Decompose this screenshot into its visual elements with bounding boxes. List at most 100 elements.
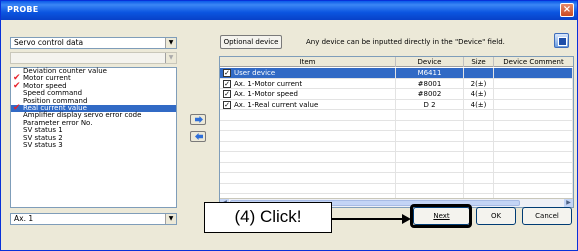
table-row[interactable] [220, 110, 573, 121]
table-cell-item: ✓ User device [220, 68, 396, 78]
device-grid[interactable]: Item Device Size Device Comment ✓ User de… [219, 56, 574, 208]
axis-select[interactable]: Ax. 1 ▼ [10, 213, 177, 225]
table-cell-comment [494, 131, 573, 141]
table-cell-size [464, 162, 494, 173]
table-cell-size: 4(±) [464, 99, 494, 110]
table-cell-device [396, 110, 464, 120]
list-item-label: SV status 3 [23, 140, 63, 149]
table-cell-size [464, 131, 494, 141]
optional-device-button[interactable]: Optional device [220, 35, 282, 49]
cell-text: 4(±) [470, 100, 487, 109]
row-checkbox[interactable]: ✓ [223, 100, 231, 109]
table-cell-size [464, 173, 494, 183]
table-cell-device [396, 152, 464, 162]
table-cell-item: ✓ Ax. 1-Real current value [220, 99, 396, 110]
table-row[interactable] [220, 141, 573, 152]
table-cell-size [464, 68, 494, 78]
column-header-device[interactable]: Device [396, 57, 464, 67]
table-row[interactable]: ✓ Ax. 1-Motor speed #8002 4(±) [220, 89, 573, 100]
chevron-down-icon[interactable]: ▼ [165, 38, 176, 48]
table-cell-comment [494, 141, 573, 152]
remove-from-grid-button[interactable] [190, 131, 206, 142]
cell-text: Ax. 1-Motor speed [234, 90, 298, 98]
table-cell-device: D 2 [396, 99, 464, 110]
status-bar [1, 233, 577, 250]
row-checkbox[interactable]: ✓ [223, 90, 231, 98]
cell-text: D 2 [423, 100, 436, 109]
list-item[interactable]: SV status 3 [11, 140, 176, 149]
table-cell-device: M6411 [396, 68, 464, 78]
table-cell-comment [494, 78, 573, 89]
table-row[interactable] [220, 120, 573, 131]
table-cell-device [396, 131, 464, 141]
chevron-down-icon[interactable]: ▼ [165, 214, 176, 224]
table-cell-device [396, 183, 464, 194]
column-header-item[interactable]: Item [220, 57, 396, 67]
table-cell-comment [494, 120, 573, 131]
arrow-left-icon [195, 133, 203, 140]
next-button-highlight [410, 204, 472, 228]
instruction-callout: (4) Click! [204, 202, 332, 233]
cell-text: 4(±) [470, 90, 487, 98]
probe-dialog: PROBE × Servo control data ▼ ▼ Deviation… [0, 0, 578, 251]
table-cell-comment [494, 110, 573, 120]
table-row[interactable]: ✓ Ax. 1-Real current value D 2 4(±) [220, 99, 573, 110]
table-cell-comment [494, 152, 573, 162]
table-row[interactable]: ✓ User device M6411 [220, 68, 573, 79]
table-cell-item [220, 120, 396, 131]
table-cell-device [396, 120, 464, 131]
cell-text: Ax. 1-Real current value [234, 100, 319, 109]
table-cell-item: ✓ Ax. 1-Motor current [220, 78, 396, 89]
table-cell-device [396, 141, 464, 152]
pointer-arrow-icon [332, 214, 411, 224]
category-select[interactable]: Servo control data ▼ [10, 37, 177, 49]
sub-select: ▼ [10, 52, 177, 64]
signal-list[interactable]: Deviation counter value ✔ Motor current ✔ Mo… [10, 67, 177, 208]
add-to-grid-button[interactable] [190, 114, 206, 125]
table-row[interactable] [220, 173, 573, 184]
axis-select-value: Ax. 1 [14, 214, 34, 223]
table-cell-item [220, 173, 396, 183]
table-cell-comment [494, 173, 573, 183]
category-select-value: Servo control data [14, 38, 84, 47]
table-cell-device [396, 173, 464, 183]
table-row[interactable] [220, 183, 573, 194]
table-cell-item [220, 131, 396, 141]
table-cell-size [464, 141, 494, 152]
table-cell-item [220, 183, 396, 194]
help-icon[interactable] [554, 33, 569, 48]
cell-text: 2(±) [470, 79, 487, 88]
scroll-right-icon[interactable]: ▶ [564, 199, 573, 207]
table-cell-device: #8002 [396, 89, 464, 99]
title-bar[interactable]: PROBE × [1, 1, 577, 20]
table-row[interactable] [220, 162, 573, 173]
table-cell-comment [494, 183, 573, 194]
table-cell-item [220, 110, 396, 120]
table-cell-item: ✓ Ax. 1-Motor speed [220, 89, 396, 99]
table-row[interactable]: ✓ Ax. 1-Motor current #8001 2(±) [220, 78, 573, 89]
close-button[interactable]: × [560, 3, 574, 17]
table-cell-comment [494, 99, 573, 110]
table-cell-comment [494, 68, 573, 78]
table-row[interactable] [220, 152, 573, 163]
cell-text: M6411 [417, 69, 442, 77]
cell-text: User device [234, 69, 276, 77]
column-header-comment[interactable]: Device Comment [494, 57, 573, 67]
column-header-size[interactable]: Size [464, 57, 494, 67]
table-cell-comment [494, 89, 573, 99]
table-cell-size [464, 110, 494, 120]
table-cell-device [396, 162, 464, 173]
grid-header: Item Device Size Device Comment [220, 57, 573, 67]
ok-button[interactable]: OK [476, 207, 516, 225]
table-cell-comment [494, 162, 573, 173]
table-cell-item [220, 162, 396, 173]
table-cell-size [464, 152, 494, 162]
cancel-button[interactable]: Cancel [522, 207, 572, 225]
row-checkbox[interactable]: ✓ [223, 79, 231, 88]
table-cell-device: #8001 [396, 78, 464, 89]
table-row[interactable] [220, 131, 573, 142]
table-cell-size: 4(±) [464, 89, 494, 99]
cell-text: Ax. 1-Motor current [234, 79, 303, 88]
info-text: Any device can be inputted directly in t… [306, 38, 505, 46]
row-checkbox[interactable]: ✓ [223, 69, 231, 77]
